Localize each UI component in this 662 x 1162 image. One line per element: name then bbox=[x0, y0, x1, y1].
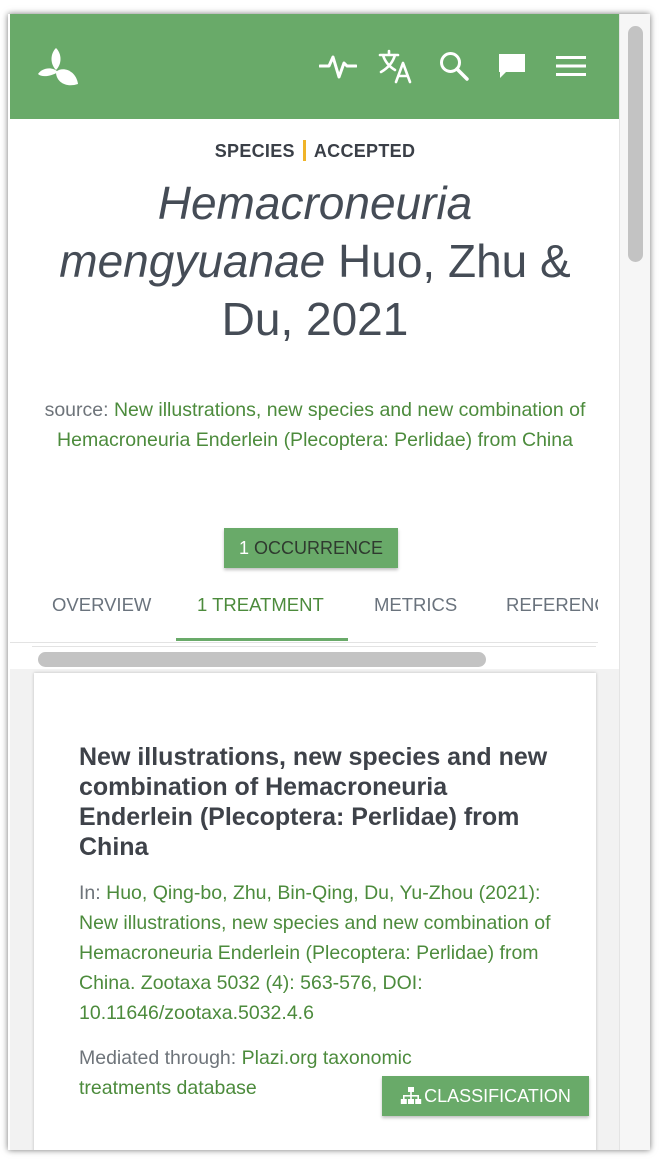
active-tab-indicator bbox=[176, 638, 348, 641]
taxon-status-line: SPECIES ACCEPTED bbox=[10, 140, 620, 162]
page-title: Hemacroneuria mengyuanae Huo, Zhu & Du, … bbox=[30, 174, 600, 348]
occurrence-label: OCCURRENCE bbox=[249, 538, 384, 558]
classification-button[interactable]: CLASSIFICATION bbox=[382, 1076, 589, 1116]
page-content: SPECIES ACCEPTED Hemacroneuria mengyuanae… bbox=[10, 14, 620, 1150]
mediated-label: Mediated through: bbox=[79, 1047, 242, 1069]
tab-references[interactable]: REFERENCES bbox=[506, 594, 598, 616]
activity-icon[interactable] bbox=[318, 46, 358, 86]
treatment-citation: In: Huo, Qing-bo, Zhu, Bin-Qing, Du, Yu-… bbox=[79, 878, 559, 1028]
source-link[interactable]: New illustrations, new species and new c… bbox=[57, 399, 585, 451]
treatment-card: New illustrations, new species and new c… bbox=[34, 673, 596, 1150]
tabs-scroll-thumb[interactable] bbox=[38, 652, 486, 667]
citation-in-label: In: bbox=[79, 882, 107, 904]
sitemap-icon bbox=[400, 1087, 422, 1104]
classification-label: CLASSIFICATION bbox=[424, 1086, 571, 1106]
occurrence-button[interactable]: 1 OCCURRENCE bbox=[224, 528, 398, 568]
status-separator bbox=[302, 140, 306, 161]
tab-metrics[interactable]: METRICS bbox=[374, 594, 457, 616]
source-line: source: New illustrations, new species a… bbox=[40, 395, 590, 455]
source-label: source: bbox=[44, 399, 114, 421]
menu-icon[interactable] bbox=[551, 46, 591, 86]
citation-link[interactable]: Huo, Qing-bo, Zhu, Bin-Qing, Du, Yu-Zhou… bbox=[79, 882, 551, 1024]
gbif-leaf-icon[interactable] bbox=[32, 44, 80, 92]
feedback-icon[interactable] bbox=[492, 46, 532, 86]
tab-treatment[interactable]: 1 TREATMENT bbox=[197, 594, 324, 616]
tab-bar: OVERVIEW 1 TREATMENT METRICS REFERENCES bbox=[10, 582, 598, 643]
search-icon[interactable] bbox=[434, 46, 474, 86]
translate-icon[interactable] bbox=[376, 46, 416, 86]
treatment-title[interactable]: New illustrations, new species and new c… bbox=[79, 742, 559, 862]
vertical-scrollbar[interactable] bbox=[619, 14, 650, 1150]
taxonomic-status-label: ACCEPTED bbox=[313, 141, 416, 161]
tabs-horizontal-scrollbar[interactable] bbox=[32, 646, 596, 669]
browser-window: SPECIES ACCEPTED Hemacroneuria mengyuanae… bbox=[8, 14, 650, 1150]
vertical-scroll-thumb[interactable] bbox=[628, 26, 643, 262]
top-navbar bbox=[10, 14, 620, 119]
occurrence-count: 1 bbox=[238, 538, 249, 558]
tab-overview[interactable]: OVERVIEW bbox=[52, 594, 151, 616]
rank-label: SPECIES bbox=[214, 141, 295, 161]
